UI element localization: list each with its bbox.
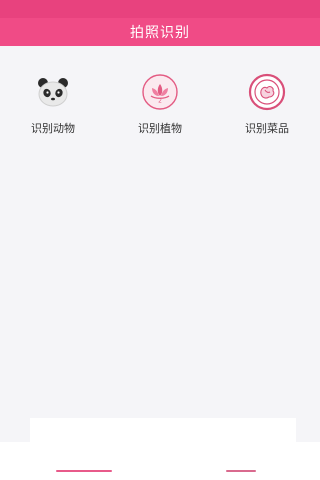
nav-tab-mine[interactable] [226,468,256,474]
identify-animal-label: 识别动物 [31,122,75,135]
main-content: 识别动物 2 识别植物 识别菜品 [0,46,320,442]
identify-dish-button[interactable]: 识别菜品 [214,72,320,162]
nav-tab-home[interactable] [56,468,112,474]
page-title: 拍照识别 [130,25,190,41]
identify-dish-label: 识别菜品 [245,122,289,135]
nav-tab-indicator-icon [56,470,112,472]
identify-animal-button[interactable]: 识别动物 [0,72,106,162]
nav-tab-indicator-icon [226,470,256,472]
bottom-nav [0,442,320,480]
header-bar: 拍照识别 [0,18,320,46]
status-bar [0,0,320,18]
panda-icon [38,78,68,107]
svg-text:2: 2 [158,98,162,105]
feature-grid: 识别动物 2 识别植物 识别菜品 [0,72,320,162]
lotus-icon: 2 [142,74,178,110]
identify-plant-label: 识别植物 [138,122,182,135]
content-card [30,418,296,442]
dish-icon [248,73,286,111]
identify-plant-button[interactable]: 2 识别植物 [107,72,213,162]
